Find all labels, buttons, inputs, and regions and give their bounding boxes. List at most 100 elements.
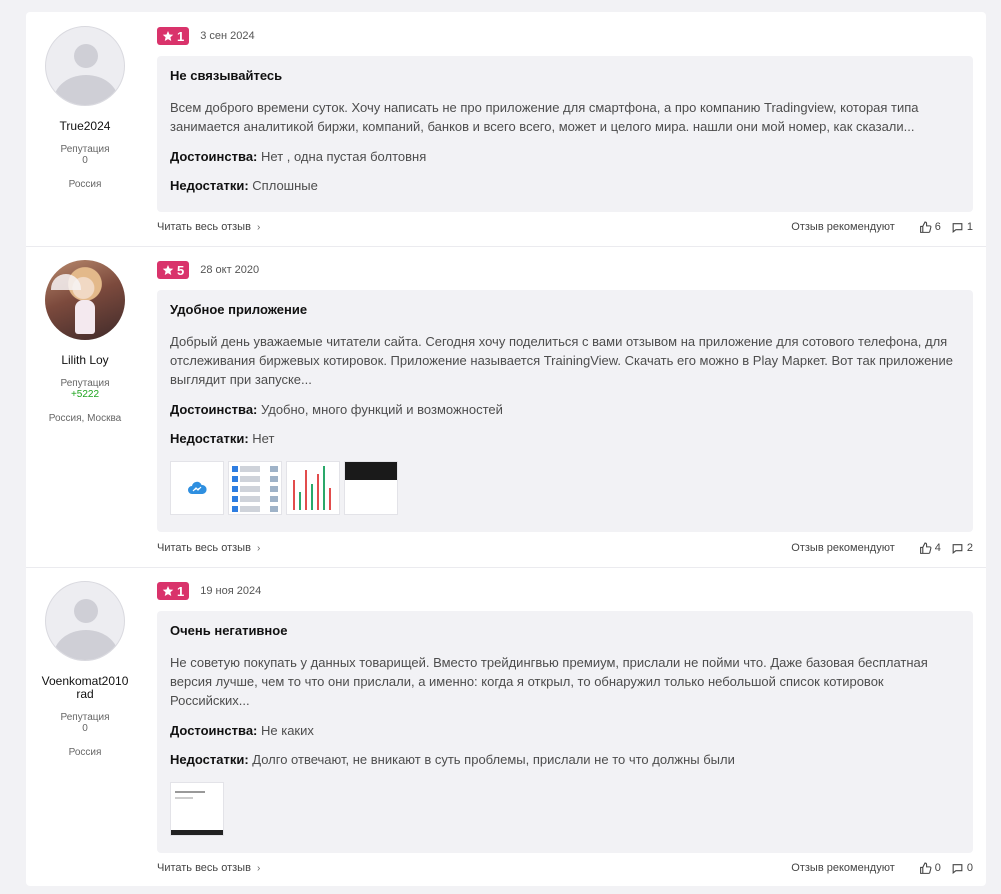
review-item: True2024 Репутация 0 Россия 1 3 сен 2024… <box>26 12 986 246</box>
read-more-label: Читать весь отзыв <box>157 542 251 554</box>
cons-text: Нет <box>248 431 275 446</box>
comment-icon <box>952 222 963 233</box>
review-footer: Читать весь отзыв › Отзыв рекомендуют 0 … <box>157 860 973 876</box>
star-icon <box>162 586 174 596</box>
cons-label: Недостатки: <box>170 431 249 446</box>
like-button[interactable]: 4 <box>919 542 941 555</box>
like-count: 4 <box>934 542 941 554</box>
review-author: True2024 Репутация 0 Россия <box>26 26 144 190</box>
star-icon <box>162 265 174 275</box>
review-cons: Недостатки: Нет <box>170 431 960 447</box>
review-card: Очень негативное Не советую покупать у д… <box>157 611 973 853</box>
reputation-value: 0 <box>82 155 88 166</box>
like-button[interactable]: 0 <box>919 862 941 875</box>
rating-value: 1 <box>177 28 185 44</box>
review-card: Не связывайтесь Всем доброго времени сут… <box>157 56 973 212</box>
read-full-review-link[interactable]: Читать весь отзыв › <box>157 542 260 554</box>
rating-value: 5 <box>177 262 185 278</box>
review-date: 19 ноя 2024 <box>200 585 262 597</box>
avatar[interactable] <box>45 26 125 106</box>
comments-button[interactable]: 1 <box>951 221 973 234</box>
reviews-panel: True2024 Репутация 0 Россия 1 3 сен 2024… <box>26 12 986 886</box>
username[interactable]: True2024 <box>26 120 144 133</box>
chevron-right-icon: › <box>256 542 261 554</box>
review-content: 1 3 сен 2024 Не связывайтесь Всем доброг… <box>157 26 973 212</box>
comments-button[interactable]: 2 <box>951 542 973 555</box>
review-pros: Достоинства: Удобно, много функций и воз… <box>170 402 960 418</box>
review-text: Не советую покупать у данных товарищей. … <box>170 655 928 708</box>
like-count: 6 <box>934 221 941 233</box>
pros-label: Достоинства: <box>170 149 258 164</box>
comment-count: 1 <box>966 221 973 233</box>
read-more-label: Читать весь отзыв <box>157 862 251 874</box>
cons-text: Сплошные <box>248 178 318 193</box>
review-text: Всем доброго времени суток. Хочу написат… <box>170 100 919 134</box>
like-button[interactable]: 6 <box>919 221 941 234</box>
avatar[interactable] <box>45 260 125 340</box>
reputation-value: 0 <box>82 723 88 734</box>
thumbs-up-icon <box>919 542 932 554</box>
photo-thumbnail[interactable] <box>344 461 398 515</box>
recommend-label: Отзыв рекомендуют <box>791 221 895 233</box>
comments-button[interactable]: 0 <box>951 862 973 875</box>
chevron-right-icon: › <box>256 862 261 874</box>
reputation-label: Репутация <box>60 712 110 723</box>
photo-thumbnail[interactable] <box>228 461 282 515</box>
review-title[interactable]: Удобное приложение <box>170 302 960 317</box>
reputation-value: +5222 <box>70 389 100 400</box>
username[interactable]: Voenkomat2010rad <box>26 675 144 701</box>
user-location: Россия, Москва <box>48 413 122 424</box>
review-content: 1 19 ноя 2024 Очень негативное Не совету… <box>157 581 973 853</box>
thumbs-up-icon <box>919 221 932 233</box>
review-item: Lilith Loy Репутация +5222 Россия, Москв… <box>26 247 986 567</box>
comment-count: 0 <box>966 862 973 874</box>
rating-badge: 1 <box>157 27 190 45</box>
reputation-label: Репутация <box>60 378 110 389</box>
cons-text: Долго отвечают, не вникают в суть пробле… <box>248 752 735 767</box>
username[interactable]: Lilith Loy <box>26 354 144 367</box>
review-author: Lilith Loy Репутация +5222 Россия, Москв… <box>26 260 144 424</box>
comment-icon <box>952 863 963 874</box>
comment-count: 2 <box>966 542 973 554</box>
photo-thumbnail[interactable] <box>286 461 340 515</box>
recommend-label: Отзыв рекомендуют <box>791 862 895 874</box>
recommend-label: Отзыв рекомендуют <box>791 542 895 554</box>
review-footer: Читать весь отзыв › Отзыв рекомендуют 6 … <box>157 219 973 235</box>
pros-text: Не каких <box>257 723 314 738</box>
review-pros: Достоинства: Нет , одна пустая болтовня <box>170 149 960 165</box>
photo-thumbnail[interactable] <box>170 461 224 515</box>
pros-label: Достоинства: <box>170 723 258 738</box>
review-card: Удобное приложение Добрый день уважаемые… <box>157 290 973 532</box>
rating-value: 1 <box>177 583 185 599</box>
review-title[interactable]: Очень негативное <box>170 623 960 638</box>
pros-text: Удобно, много функций и возможностей <box>257 402 503 417</box>
review-text: Добрый день уважаемые читатели сайта. Се… <box>170 334 953 387</box>
review-footer: Читать весь отзыв › Отзыв рекомендуют 4 … <box>157 540 973 556</box>
review-date: 3 сен 2024 <box>200 30 255 42</box>
review-content: 5 28 окт 2020 Удобное приложение Добрый … <box>157 260 973 532</box>
thumbs-up-icon <box>919 862 932 874</box>
pros-label: Достоинства: <box>170 402 258 417</box>
like-count: 0 <box>934 862 941 874</box>
review-cons: Недостатки: Сплошные <box>170 178 960 194</box>
photo-thumbnail[interactable] <box>170 782 224 836</box>
avatar[interactable] <box>45 581 125 661</box>
review-date: 28 окт 2020 <box>200 264 260 276</box>
cons-label: Недостатки: <box>170 752 249 767</box>
rating-badge: 5 <box>157 261 190 279</box>
read-full-review-link[interactable]: Читать весь отзыв › <box>157 862 260 874</box>
rating-badge: 1 <box>157 582 190 600</box>
review-cons: Недостатки: Долго отвечают, не вникают в… <box>170 752 960 768</box>
review-item: Voenkomat2010rad Репутация 0 Россия 1 19… <box>26 568 986 886</box>
read-full-review-link[interactable]: Читать весь отзыв › <box>157 221 260 233</box>
review-photos <box>170 782 960 836</box>
cloud-icon <box>188 481 207 494</box>
review-photos <box>170 461 960 515</box>
review-author: Voenkomat2010rad Репутация 0 Россия <box>26 581 144 758</box>
user-location: Россия <box>68 747 102 758</box>
reputation-label: Репутация <box>60 144 110 155</box>
chevron-right-icon: › <box>256 221 261 233</box>
comment-icon <box>952 543 963 554</box>
review-title[interactable]: Не связывайтесь <box>170 68 960 83</box>
review-pros: Достоинства: Не каких <box>170 723 960 739</box>
